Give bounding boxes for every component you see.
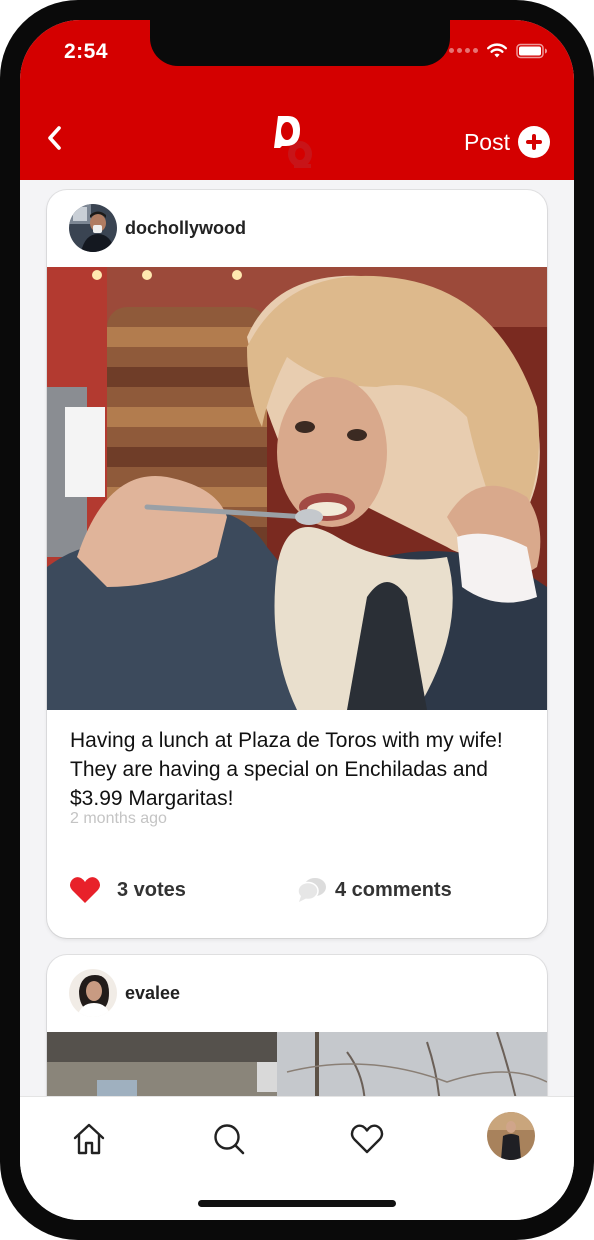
tab-likes[interactable] [347, 1119, 387, 1159]
avatar[interactable] [69, 969, 117, 1017]
signal-dots-icon [449, 48, 478, 53]
device-notch [150, 20, 450, 66]
status-icons [449, 42, 548, 59]
post-card: evalee [47, 955, 547, 1096]
home-icon [73, 1123, 105, 1155]
app-screen: 2:54 Post dochollywood Having a lunch at… [20, 20, 574, 1220]
avatar[interactable] [69, 204, 117, 252]
post-card: dochollywood Having a lunch at Plaza de … [47, 190, 547, 938]
comments-count: 4 comments [335, 878, 452, 901]
post-photo[interactable] [47, 267, 547, 710]
heart-outline-icon [350, 1124, 384, 1154]
status-time: 2:54 [64, 40, 109, 63]
post-header: evalee [47, 955, 547, 1031]
back-button[interactable] [40, 120, 70, 156]
wifi-icon [487, 43, 507, 58]
username[interactable]: evalee [125, 983, 180, 1004]
comments-button[interactable]: 4 comments [297, 876, 452, 904]
post-photo[interactable] [47, 1032, 547, 1096]
post-label: Post [463, 128, 510, 155]
profile-avatar [487, 1112, 535, 1160]
tab-search[interactable] [209, 1119, 249, 1159]
post-actions: 3 votes 4 comments [47, 872, 547, 912]
phone-frame: 2:54 Post dochollywood Having a lunch at… [0, 0, 594, 1240]
home-indicator[interactable] [198, 1200, 396, 1207]
vote-button[interactable]: 3 votes [69, 876, 186, 904]
votes-count: 3 votes [117, 878, 186, 901]
feed[interactable]: dochollywood Having a lunch at Plaza de … [20, 180, 574, 1096]
post-button[interactable]: Post [464, 126, 550, 158]
post-header: dochollywood [47, 190, 547, 266]
tab-home[interactable] [69, 1119, 109, 1159]
app-header: 2:54 Post [20, 20, 574, 180]
post-caption: Having a lunch at Plaza de Toros with my… [70, 729, 503, 810]
post-timestamp: 2 months ago [70, 810, 167, 827]
username[interactable]: dochollywood [125, 218, 246, 239]
battery-icon [516, 43, 547, 58]
chevron-left-icon [48, 126, 61, 150]
search-icon [214, 1124, 245, 1155]
heart-filled-icon [69, 877, 101, 903]
plus-circle-icon [518, 126, 550, 158]
app-logo-icon [274, 116, 312, 168]
tab-profile[interactable] [487, 1112, 535, 1160]
speech-bubbles-icon [297, 878, 326, 902]
